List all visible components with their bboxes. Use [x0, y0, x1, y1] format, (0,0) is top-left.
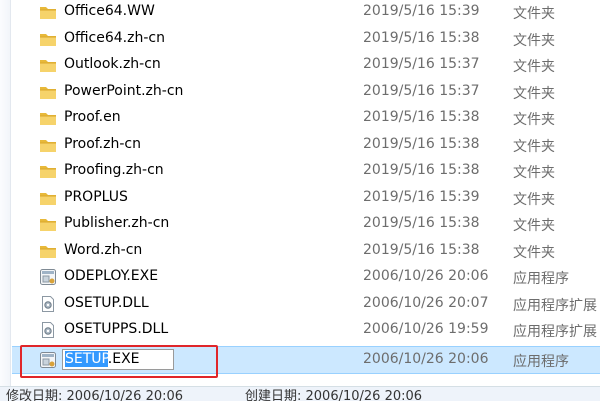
file-name: PROPLUS	[64, 188, 128, 205]
details-status-bar: 修改日期: 2006/10/26 20:06 创建日期: 2006/10/26 …	[0, 386, 600, 401]
file-date: 2006/10/26 20:07	[363, 294, 489, 311]
file-row[interactable]: PowerPoint.zh-cn 2019/5/16 15:37 文件夹	[12, 79, 600, 105]
navigation-pane-edge	[0, 0, 11, 386]
file-row[interactable]: Outlook.zh-cn 2019/5/16 15:37 文件夹	[12, 52, 600, 78]
file-row[interactable]: Office64.zh-cn 2019/5/16 15:38 文件夹	[12, 26, 600, 52]
folder-icon	[38, 161, 58, 181]
file-row[interactable]: Office64.WW 2019/5/16 15:39 文件夹	[12, 0, 600, 25]
folder-icon	[38, 108, 58, 128]
file-date: 2019/5/16 15:38	[363, 162, 480, 178]
folder-icon	[38, 55, 58, 75]
file-type: 文件夹	[513, 138, 555, 155]
file-type: 文件夹	[513, 165, 555, 181]
file-row[interactable]: Proof.zh-cn 2019/5/16 15:38 文件夹	[12, 132, 600, 158]
file-name: Proofing.zh-cn	[64, 162, 164, 178]
file-type: 文件夹	[513, 191, 555, 208]
file-row[interactable]: Word.zh-cn 2019/5/16 15:38 文件夹	[12, 238, 600, 264]
file-date: 2019/5/16 15:38	[363, 29, 480, 46]
file-name: Publisher.zh-cn	[64, 215, 170, 231]
file-type: 应用程序扩展	[513, 297, 597, 314]
file-name: Proof.zh-cn	[64, 135, 141, 152]
file-type: 文件夹	[513, 59, 555, 75]
file-date: 2019/5/16 15:38	[363, 215, 480, 231]
file-name: Outlook.zh-cn	[64, 56, 161, 72]
folder-icon	[38, 82, 58, 102]
folder-icon	[38, 214, 58, 234]
file-name: OSETUP.DLL	[64, 294, 149, 311]
folder-icon	[38, 241, 58, 261]
file-name: Office64.WW	[64, 3, 155, 19]
file-type: 文件夹	[513, 32, 555, 49]
file-type: 应用程序扩展	[513, 324, 597, 340]
file-type: 应用程序	[513, 271, 569, 287]
file-row[interactable]: Proofing.zh-cn 2019/5/16 15:38 文件夹	[12, 158, 600, 184]
folder-icon	[38, 135, 58, 155]
file-date: 2019/5/16 15:39	[363, 3, 480, 19]
file-row[interactable]: Publisher.zh-cn 2019/5/16 15:38 文件夹	[12, 211, 600, 237]
file-date: 2019/5/16 15:39	[363, 188, 480, 205]
file-date: 2019/5/16 15:38	[363, 109, 480, 125]
file-type: 应用程序	[513, 354, 569, 370]
file-list-pane: Office64.WW 2019/5/16 15:39 文件夹 Office64.zh…	[0, 0, 600, 400]
file-row[interactable]: OSETUPPS.DLL 2006/10/26 19:59 应用程序扩展	[12, 317, 600, 343]
dll-icon	[38, 294, 58, 314]
file-row[interactable]: OSETUP.DLL 2006/10/26 20:07 应用程序扩展	[12, 291, 600, 317]
file-date: 2019/5/16 15:38	[363, 135, 480, 152]
file-name: Proof.en	[64, 109, 121, 125]
folder-icon	[38, 188, 58, 208]
exe-icon	[38, 267, 58, 287]
folder-icon	[38, 2, 58, 22]
created-date-label: 创建日期: 2006/10/26 20:06	[245, 389, 423, 401]
file-row[interactable]: PROPLUS 2019/5/16 15:39 文件夹	[12, 185, 600, 211]
file-type: 文件夹	[513, 112, 555, 128]
dll-icon	[38, 320, 58, 340]
file-type: 文件夹	[513, 218, 555, 234]
file-row[interactable]: Proof.en 2019/5/16 15:38 文件夹	[12, 105, 600, 131]
file-type: 文件夹	[513, 6, 555, 22]
file-date: 2006/10/26 19:59	[363, 321, 489, 337]
file-name: Office64.zh-cn	[64, 29, 165, 46]
annotation-highlight-box	[20, 345, 218, 378]
file-row[interactable]: ODEPLOY.EXE 2006/10/26 20:06 应用程序	[12, 264, 600, 290]
folder-icon	[38, 29, 58, 49]
file-name: Word.zh-cn	[64, 241, 143, 258]
file-name: ODEPLOY.EXE	[64, 268, 159, 284]
file-name: PowerPoint.zh-cn	[64, 82, 184, 99]
file-date: 2006/10/26 20:06	[363, 351, 489, 367]
file-type: 文件夹	[513, 244, 555, 261]
modified-date-label: 修改日期: 2006/10/26 20:06	[6, 389, 184, 401]
file-type: 文件夹	[513, 85, 555, 102]
file-date: 2019/5/16 15:37	[363, 56, 480, 72]
file-date: 2019/5/16 15:38	[363, 241, 480, 258]
file-name: OSETUPPS.DLL	[64, 321, 169, 337]
file-date: 2019/5/16 15:37	[363, 82, 480, 99]
file-date: 2006/10/26 20:06	[363, 268, 489, 284]
